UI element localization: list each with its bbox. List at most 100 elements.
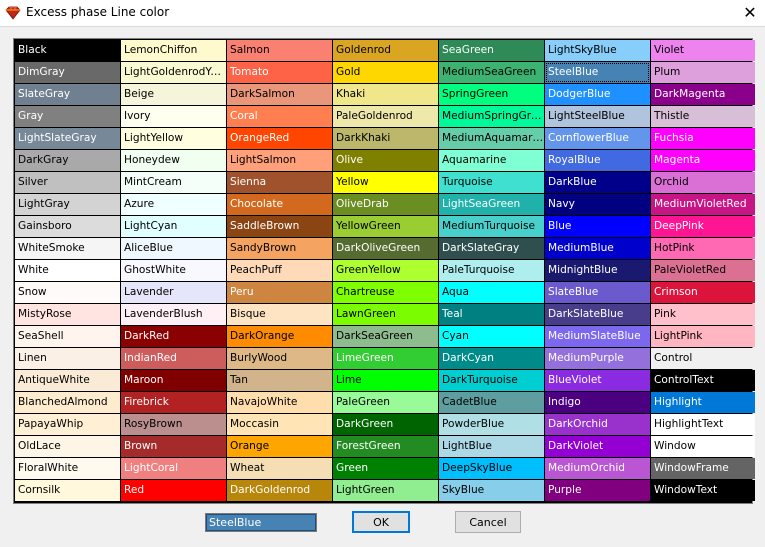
color-swatch[interactable]: SandyBrown <box>227 238 332 259</box>
color-swatch[interactable]: PaleTurquoise <box>439 260 544 281</box>
color-swatch[interactable]: GreenYellow <box>333 260 438 281</box>
color-swatch[interactable]: HotPink <box>651 238 755 259</box>
color-swatch[interactable]: Yellow <box>333 172 438 193</box>
color-swatch[interactable]: LightGreen <box>333 480 438 501</box>
color-swatch[interactable]: Window <box>651 436 755 457</box>
color-swatch[interactable]: Salmon <box>227 40 332 61</box>
color-swatch[interactable]: Tan <box>227 370 332 391</box>
color-swatch[interactable]: LightGray <box>15 194 120 215</box>
color-swatch[interactable]: PowderBlue <box>439 414 544 435</box>
color-swatch[interactable]: Crimson <box>651 282 755 303</box>
color-swatch[interactable]: Plum <box>651 62 755 83</box>
color-swatch[interactable]: SpringGreen <box>439 84 544 105</box>
color-swatch[interactable]: ForestGreen <box>333 436 438 457</box>
color-swatch[interactable]: LightSkyBlue <box>545 40 650 61</box>
color-swatch[interactable]: Aqua <box>439 282 544 303</box>
color-swatch[interactable]: Tomato <box>227 62 332 83</box>
color-swatch[interactable]: MediumVioletRed <box>651 194 755 215</box>
color-swatch[interactable]: Gainsboro <box>15 216 120 237</box>
color-swatch[interactable]: PaleGreen <box>333 392 438 413</box>
color-swatch[interactable]: DarkOliveGreen <box>333 238 438 259</box>
color-swatch[interactable]: Coral <box>227 106 332 127</box>
color-swatch[interactable]: Red <box>121 480 226 501</box>
color-swatch[interactable]: Purple <box>545 480 650 501</box>
color-swatch[interactable]: MediumSlateBlue <box>545 326 650 347</box>
close-icon[interactable]: ✕ <box>735 0 765 26</box>
color-swatch[interactable]: DarkTurquoise <box>439 370 544 391</box>
color-swatch[interactable]: Gold <box>333 62 438 83</box>
color-swatch[interactable]: PeachPuff <box>227 260 332 281</box>
color-swatch[interactable]: LightCoral <box>121 458 226 479</box>
color-swatch[interactable]: Ivory <box>121 106 226 127</box>
color-swatch[interactable]: Snow <box>15 282 120 303</box>
color-swatch[interactable]: AliceBlue <box>121 238 226 259</box>
color-swatch[interactable]: PaleGoldenrod <box>333 106 438 127</box>
color-swatch[interactable]: Cyan <box>439 326 544 347</box>
color-swatch[interactable]: Firebrick <box>121 392 226 413</box>
color-swatch[interactable]: RosyBrown <box>121 414 226 435</box>
color-swatch[interactable]: MediumSeaGreen <box>439 62 544 83</box>
color-swatch[interactable]: Bisque <box>227 304 332 325</box>
color-swatch[interactable]: BurlyWood <box>227 348 332 369</box>
color-swatch[interactable]: DarkSlateGray <box>439 238 544 259</box>
ok-button[interactable]: OK <box>352 511 410 533</box>
color-swatch[interactable]: DarkKhaki <box>333 128 438 149</box>
color-swatch[interactable]: LightSteelBlue <box>545 106 650 127</box>
color-swatch[interactable]: Honeydew <box>121 150 226 171</box>
color-swatch[interactable]: RoyalBlue <box>545 150 650 171</box>
color-swatch[interactable]: Teal <box>439 304 544 325</box>
color-swatch[interactable]: LavenderBlush <box>121 304 226 325</box>
color-swatch[interactable]: SeaShell <box>15 326 120 347</box>
color-swatch[interactable]: OldLace <box>15 436 120 457</box>
color-swatch[interactable]: LightCyan <box>121 216 226 237</box>
color-swatch[interactable]: Black <box>15 40 120 61</box>
color-swatch[interactable]: SkyBlue <box>439 480 544 501</box>
color-swatch[interactable]: Peru <box>227 282 332 303</box>
color-swatch[interactable]: MediumTurquoise <box>439 216 544 237</box>
color-swatch[interactable]: Highlight <box>651 392 755 413</box>
color-swatch[interactable]: NavajoWhite <box>227 392 332 413</box>
color-swatch[interactable]: Chocolate <box>227 194 332 215</box>
color-swatch[interactable]: Maroon <box>121 370 226 391</box>
color-swatch[interactable]: Lavender <box>121 282 226 303</box>
color-swatch[interactable]: Chartreuse <box>333 282 438 303</box>
color-swatch[interactable]: LightSeaGreen <box>439 194 544 215</box>
color-swatch[interactable]: BlanchedAlmond <box>15 392 120 413</box>
color-swatch[interactable]: FloralWhite <box>15 458 120 479</box>
color-swatch[interactable]: Pink <box>651 304 755 325</box>
color-swatch[interactable]: YellowGreen <box>333 216 438 237</box>
color-swatch[interactable]: Khaki <box>333 84 438 105</box>
color-swatch[interactable]: CornflowerBlue <box>545 128 650 149</box>
color-swatch[interactable]: MediumAquamarine <box>439 128 544 149</box>
color-swatch[interactable]: MidnightBlue <box>545 260 650 281</box>
color-swatch[interactable]: WindowText <box>651 480 755 501</box>
color-swatch[interactable]: SlateBlue <box>545 282 650 303</box>
color-swatch[interactable]: MediumPurple <box>545 348 650 369</box>
color-swatch[interactable]: MistyRose <box>15 304 120 325</box>
color-swatch[interactable]: DarkMagenta <box>651 84 755 105</box>
color-swatch[interactable]: Gray <box>15 106 120 127</box>
color-swatch[interactable]: SeaGreen <box>439 40 544 61</box>
color-swatch[interactable]: HighlightText <box>651 414 755 435</box>
cancel-button[interactable]: Cancel <box>455 511 521 533</box>
color-swatch[interactable]: Orchid <box>651 172 755 193</box>
color-swatch[interactable]: LightSlateGray <box>15 128 120 149</box>
color-swatch[interactable]: DarkSeaGreen <box>333 326 438 347</box>
color-swatch[interactable]: AntiqueWhite <box>15 370 120 391</box>
color-swatch[interactable]: Wheat <box>227 458 332 479</box>
color-swatch[interactable]: Aquamarine <box>439 150 544 171</box>
color-swatch[interactable]: Violet <box>651 40 755 61</box>
color-swatch[interactable]: LightYellow <box>121 128 226 149</box>
color-swatch[interactable]: LightSalmon <box>227 150 332 171</box>
color-swatch[interactable]: Green <box>333 458 438 479</box>
color-swatch[interactable]: DarkRed <box>121 326 226 347</box>
color-swatch[interactable]: WhiteSmoke <box>15 238 120 259</box>
color-swatch[interactable]: Thistle <box>651 106 755 127</box>
color-swatch[interactable]: DimGray <box>15 62 120 83</box>
color-swatch[interactable]: Linen <box>15 348 120 369</box>
color-swatch[interactable]: WindowFrame <box>651 458 755 479</box>
color-swatch[interactable]: PaleVioletRed <box>651 260 755 281</box>
color-swatch[interactable]: DodgerBlue <box>545 84 650 105</box>
color-swatch[interactable]: Beige <box>121 84 226 105</box>
color-swatch[interactable]: Blue <box>545 216 650 237</box>
